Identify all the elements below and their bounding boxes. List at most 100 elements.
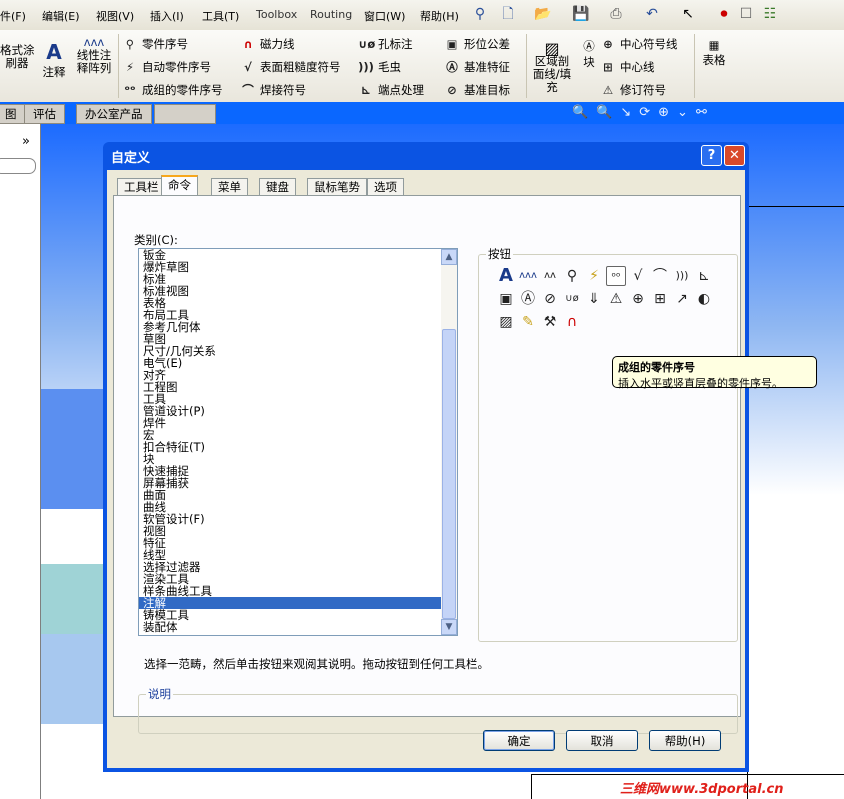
table-button[interactable]: ▦ 表格: [700, 38, 728, 68]
multi-jog-leader-icon[interactable]: ↗: [672, 289, 692, 309]
undo-icon[interactable]: ↶: [644, 6, 660, 22]
datum-target-icon[interactable]: ⊘: [540, 289, 560, 309]
menu-tools[interactable]: 工具(T): [202, 8, 239, 24]
menu-window[interactable]: 窗口(W): [364, 8, 405, 24]
hole-callout-button[interactable]: ∪ø 孔标注: [358, 36, 413, 52]
tolerance-icon: ▣: [446, 37, 458, 51]
end-treatment-icon[interactable]: ⊾: [694, 266, 714, 286]
menu-insert[interactable]: 插入(I): [150, 8, 184, 24]
print-icon[interactable]: ⎙: [608, 6, 624, 22]
background-panel: [41, 634, 103, 724]
tab-drawing[interactable]: 图: [0, 104, 26, 124]
save-icon[interactable]: 💾: [572, 6, 589, 22]
note-button[interactable]: A 注释: [40, 40, 68, 80]
note-pattern-icon[interactable]: ʌʌʌ: [518, 266, 538, 286]
geometric-tolerance-icon[interactable]: ▣: [496, 289, 516, 309]
revision-symbol-button[interactable]: ⚠ 修订符号: [600, 82, 666, 98]
revision-symbol-icon: ⚠: [602, 83, 614, 97]
commands-panel: 类别(C): 钣金 爆炸草图 标准 标准视图 表格 布局工具 参考几何体 草图 尺寸/几何关系电…: [113, 195, 817, 734]
hole-callout-icon: ∪ø: [358, 37, 376, 51]
weld-symbol-icon[interactable]: ⌒: [650, 266, 670, 286]
center-mark-button[interactable]: ⊕ 中心符号线: [600, 36, 677, 52]
block-button[interactable]: Ⓐ 块: [580, 38, 598, 70]
datum-feature-icon[interactable]: Ⓐ: [518, 289, 538, 309]
tab-menus[interactable]: 菜单: [211, 178, 248, 196]
menu-toolbox[interactable]: Toolbox: [256, 8, 297, 21]
select-arrow-icon[interactable]: ↖: [680, 6, 696, 22]
category-list-item[interactable]: 装配体: [143, 621, 178, 633]
menu-routing[interactable]: Routing: [310, 8, 352, 21]
datum-target-button[interactable]: ⊘ 基准目标: [444, 82, 510, 98]
magnet-icon: ∩: [243, 37, 253, 51]
hatch-icon[interactable]: ▨: [496, 312, 516, 332]
tab-mouse-gestures[interactable]: 鼠标笔势: [307, 178, 367, 196]
scroll-down-icon[interactable]: ▼: [441, 619, 457, 635]
view-toolbar-icons[interactable]: 🔍🔍↘⟳⊕⌄⚯: [572, 105, 715, 120]
datum-feature-button[interactable]: Ⓐ 基准特征: [444, 59, 510, 75]
help-title-button[interactable]: ?: [701, 145, 722, 166]
cosmetic-weld-button[interactable]: ))) 毛虫: [358, 59, 401, 75]
tab-keyboard[interactable]: 键盘: [259, 178, 296, 196]
geometric-tolerance-button[interactable]: ▣ 形位公差: [444, 36, 510, 52]
revision-symbol-icon[interactable]: ⚠: [606, 289, 626, 309]
magnet-icon[interactable]: ∩: [562, 312, 582, 332]
stacked-balloon-button[interactable]: ᵒᵒ 成组的零件序号: [122, 82, 222, 98]
tab-options[interactable]: 选项: [367, 178, 404, 196]
caterpillar-icon[interactable]: ))): [672, 266, 692, 286]
magnetic-line-button[interactable]: ∩ 磁力线: [240, 36, 294, 52]
category-scrollbar[interactable]: ▲ ▼: [441, 249, 457, 635]
dowel-pin-icon[interactable]: ⇓: [584, 289, 604, 309]
title-block-line: [531, 774, 844, 775]
stacked-balloon-icon[interactable]: ᵒᵒ: [606, 266, 626, 286]
options-icon[interactable]: ☷: [762, 6, 778, 22]
linear-note-pattern-button[interactable]: ʌʌʌ 线性注 释阵列: [74, 36, 114, 75]
balloon-icon[interactable]: ⚲: [562, 266, 582, 286]
auto-balloon-icon[interactable]: ⚡: [584, 266, 604, 286]
help-button[interactable]: 帮助(H): [649, 730, 721, 751]
separator: [118, 34, 119, 98]
stacked-balloon-icon: ᵒᵒ: [124, 83, 136, 97]
format-painter-button[interactable]: 格式涂 刷器: [0, 44, 35, 70]
new-document-icon[interactable]: 🗋: [500, 6, 516, 22]
balloon-button[interactable]: ⚲ 零件序号: [122, 36, 188, 52]
open-folder-icon[interactable]: 📂: [534, 6, 551, 22]
sheet-border-line: [747, 206, 844, 207]
pin-icon[interactable]: ⚲: [472, 6, 488, 22]
rebuild-traffic-light-icon[interactable]: ⏺: [716, 6, 732, 22]
hole-callout-icon[interactable]: ∪ø: [562, 289, 582, 309]
linear-note-icon[interactable]: ʌʌ: [540, 266, 560, 286]
auto-balloon-button[interactable]: ⚡ 自动零件序号: [122, 59, 211, 75]
scroll-up-icon[interactable]: ▲: [441, 249, 457, 265]
centerline-button[interactable]: ⊞ 中心线: [600, 59, 654, 75]
datum-feature-icon: Ⓐ: [446, 60, 458, 74]
ok-button[interactable]: 确定: [483, 730, 555, 751]
tab-evaluate[interactable]: 评估: [24, 104, 65, 124]
wrench-icon[interactable]: ⚒: [540, 312, 560, 332]
close-button[interactable]: ✕: [724, 145, 745, 166]
file-properties-icon[interactable]: ☐: [738, 6, 754, 22]
cancel-button[interactable]: 取消: [566, 730, 638, 751]
tab-office-products[interactable]: 办公室产品: [76, 104, 152, 124]
weld-symbol-button[interactable]: ⌒ 焊接符号: [240, 82, 306, 98]
note-icon[interactable]: A: [496, 266, 516, 286]
background-panel: [41, 564, 103, 634]
menu-help[interactable]: 帮助(H): [420, 8, 459, 24]
menu-edit[interactable]: 编辑(E): [42, 8, 80, 24]
filter-field[interactable]: [0, 158, 36, 174]
center-of-mass-icon[interactable]: ◐: [694, 289, 714, 309]
block-icon[interactable]: ✎: [518, 312, 538, 332]
centerline-icon[interactable]: ⊞: [650, 289, 670, 309]
area-hatch-button[interactable]: ▨ 区域剖 面线/填 充: [530, 41, 574, 94]
scroll-thumb[interactable]: [442, 329, 456, 619]
category-list[interactable]: 钣金 爆炸草图 标准 标准视图 表格 布局工具 参考几何体 草图 尺寸/几何关系 电气(E) 对齐工…: [138, 248, 458, 636]
center-mark-icon[interactable]: ⊕: [628, 289, 648, 309]
menu-view[interactable]: 视图(V): [96, 8, 134, 24]
end-treatment-button[interactable]: ⊾ 端点处理: [358, 82, 424, 98]
surface-finish-button[interactable]: √ 表面粗糙度符号: [240, 59, 340, 75]
tab-add[interactable]: [154, 104, 216, 124]
menu-file[interactable]: 件(F): [0, 8, 26, 24]
surface-finish-icon[interactable]: √: [628, 266, 648, 286]
buttons-label: 按钮: [486, 246, 513, 262]
expand-chevron-icon[interactable]: »: [22, 134, 30, 149]
tab-toolbars[interactable]: 工具栏: [117, 178, 166, 196]
